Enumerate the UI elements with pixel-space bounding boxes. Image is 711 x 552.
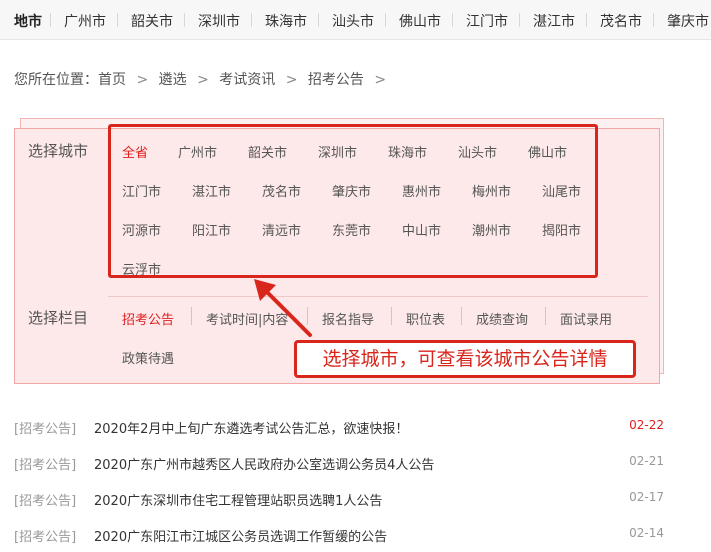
category-option[interactable]: 报名指导 — [322, 309, 374, 328]
news-title[interactable]: 2020年2月中上旬广东遴选考试公告汇总，欲速快报！ — [94, 418, 408, 437]
filter-divider — [108, 296, 648, 297]
nav-separator — [184, 13, 185, 27]
nav-item-shenzhen[interactable]: 深圳市 — [198, 11, 240, 31]
news-date: 02-22 — [629, 418, 664, 432]
nav-separator — [385, 13, 386, 27]
nav-separator — [251, 13, 252, 27]
nav-item-shantou[interactable]: 汕头市 — [332, 11, 374, 31]
news-tag[interactable]: [招考公告] — [14, 526, 76, 545]
news-item: [招考公告] 2020年2月中上旬广东遴选考试公告汇总，欲速快报！ 02-22 — [14, 408, 664, 444]
nav-separator — [318, 13, 319, 27]
category-separator — [545, 307, 546, 325]
news-item: [招考公告] 2020广东深圳市住宅工程管理站职员选聘1人公告 02-17 — [14, 480, 664, 516]
news-title[interactable]: 2020广东广州市越秀区人民政府办公室选调公务员4人公告 — [94, 454, 434, 473]
news-tag[interactable]: [招考公告] — [14, 490, 76, 509]
top-nav: 地市 广州市 韶关市 深圳市 珠海市 汕头市 佛山市 江门市 湛江市 茂名市 肇… — [0, 0, 711, 40]
nav-item-guangzhou[interactable]: 广州市 — [64, 11, 106, 31]
news-title[interactable]: 2020广东深圳市住宅工程管理站职员选聘1人公告 — [94, 490, 382, 509]
nav-item-foshan[interactable]: 佛山市 — [399, 11, 441, 31]
breadcrumb-exam-news[interactable]: 考试资讯 — [219, 69, 275, 89]
news-date: 02-21 — [629, 454, 664, 468]
breadcrumb-home[interactable]: 首页 — [98, 69, 126, 89]
nav-separator — [519, 13, 520, 27]
breadcrumb-separator: > — [374, 72, 387, 88]
breadcrumb-prefix: 您所在位置： — [14, 72, 98, 88]
nav-item-region[interactable]: 地市 — [14, 11, 42, 31]
nav-item-zhaoqing[interactable]: 肇庆市 — [667, 11, 709, 31]
nav-item-jiangmen[interactable]: 江门市 — [466, 11, 508, 31]
city-highlight-frame — [108, 124, 598, 278]
category-filter-label: 选择栏目 — [28, 309, 89, 327]
annotation-callout: 选择城市，可查看该城市公告详情 — [294, 340, 636, 378]
city-filter-label: 选择城市 — [28, 142, 89, 160]
category-separator — [461, 307, 462, 325]
category-separator — [191, 307, 192, 325]
annotation-arrow-icon — [254, 279, 312, 337]
nav-item-maoming[interactable]: 茂名市 — [600, 11, 642, 31]
breadcrumb-selection[interactable]: 遴选 — [159, 69, 187, 89]
news-date: 02-14 — [629, 526, 664, 540]
nav-item-zhanjiang[interactable]: 湛江市 — [533, 11, 575, 31]
category-option[interactable]: 面试录用 — [560, 309, 612, 328]
nav-separator — [452, 13, 453, 27]
news-item: [招考公告] 2020广东广州市越秀区人民政府办公室选调公务员4人公告 02-2… — [14, 444, 664, 480]
nav-separator — [50, 13, 51, 27]
news-tag[interactable]: [招考公告] — [14, 418, 76, 437]
nav-item-shaoguan[interactable]: 韶关市 — [131, 11, 173, 31]
nav-separator — [653, 13, 654, 27]
breadcrumb-announcements[interactable]: 招考公告 — [308, 69, 364, 89]
news-date: 02-17 — [629, 490, 664, 504]
news-title[interactable]: 2020广东阳江市江城区公务员选调工作暂缓的公告 — [94, 526, 387, 545]
category-option[interactable]: 职位表 — [406, 309, 445, 328]
breadcrumb: 您所在位置：首页 > 遴选 > 考试资讯 > 招考公告 > — [14, 69, 392, 89]
news-tag[interactable]: [招考公告] — [14, 454, 76, 473]
breadcrumb-separator: > — [285, 72, 298, 88]
category-option[interactable]: 政策待遇 — [122, 348, 174, 367]
breadcrumb-separator: > — [197, 72, 209, 88]
category-option[interactable]: 成绩查询 — [476, 309, 528, 328]
category-separator — [391, 307, 392, 325]
nav-separator — [117, 13, 118, 27]
nav-separator — [586, 13, 587, 27]
category-option-announcements[interactable]: 招考公告 — [122, 309, 174, 328]
breadcrumb-separator: > — [136, 72, 149, 88]
nav-item-zhuhai[interactable]: 珠海市 — [265, 11, 307, 31]
